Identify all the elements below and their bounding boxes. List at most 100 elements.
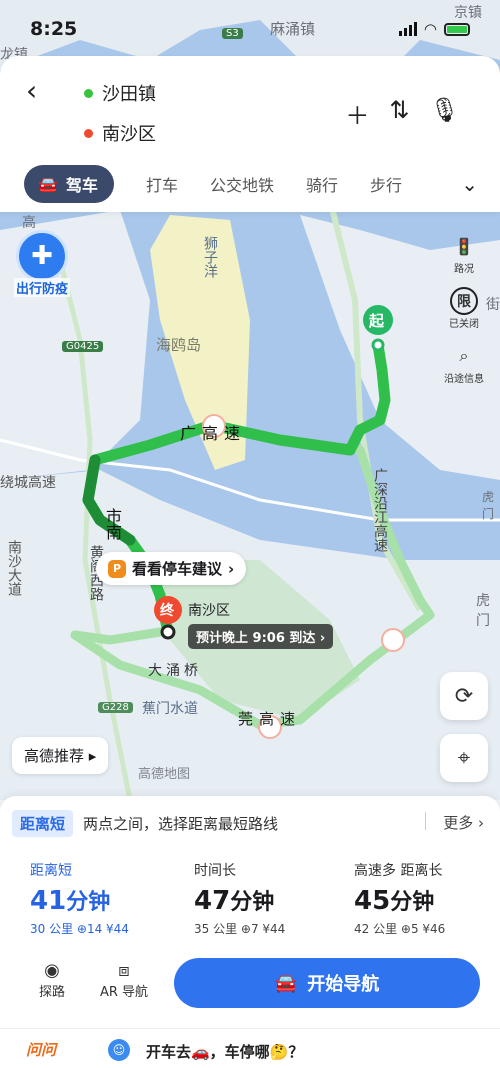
ask-question[interactable]: 开车去🚗，车停哪🤔？ xyxy=(146,1041,303,1062)
shield-icon: ✚ xyxy=(16,230,68,282)
map-side-tools: 🚦 路况 限 已关闭 ⌕ 沿途信息 xyxy=(440,232,488,386)
back-icon[interactable]: ‹ xyxy=(26,74,37,107)
origin-row[interactable]: 沙田镇 xyxy=(84,80,156,106)
epidemic-label: 出行防疫 xyxy=(14,278,71,297)
route-option-unit: 分钟 xyxy=(230,890,275,915)
map-label-guang-highway: 广高速 xyxy=(180,424,247,443)
map-label-dayongqiao: 大涌桥 xyxy=(148,663,202,679)
end-marker[interactable]: 终 xyxy=(160,600,174,620)
divider xyxy=(425,812,426,830)
map-label-nansha-ave: 南沙大道 xyxy=(6,540,22,596)
epidemic-button[interactable]: ✚ 出行防疫 xyxy=(14,230,71,297)
ar-navigation-button[interactable]: ⧈ AR 导航 xyxy=(94,960,154,1000)
tab-taxi[interactable]: 打车 xyxy=(146,172,178,196)
refresh-route-button[interactable]: ⟳ xyxy=(440,672,488,720)
radar-icon: ◉ xyxy=(44,960,60,981)
tab-drive[interactable]: 🚘 驾车 xyxy=(24,165,114,203)
destination-row[interactable]: 南沙区 xyxy=(84,120,156,146)
destination-dot xyxy=(84,128,93,138)
status-time: 8:25 xyxy=(30,18,78,40)
chevron-down-icon[interactable]: ⌄ xyxy=(461,172,478,196)
map-label-shiziyang: 狮子洋 xyxy=(202,236,218,278)
map-label-gao: 高 xyxy=(22,215,36,231)
refresh-icon: ⟳ xyxy=(454,683,474,709)
eta-text: 预计晚上 9:06 到达 xyxy=(196,631,316,646)
signal-icon xyxy=(398,22,417,36)
recommend-label: 高德推荐 xyxy=(24,747,85,765)
start-marker[interactable]: 起 xyxy=(369,310,384,331)
status-icons: ◠ xyxy=(398,20,470,38)
map-label-g0425: G0425 xyxy=(62,341,104,352)
route-option-detail: 30 公里 ⊕14 ¥44 xyxy=(30,922,129,936)
map-label-haiouisland: 海鸥岛 xyxy=(156,336,202,354)
route-option-3[interactable]: 高速多 距离长 45分钟 42 公里 ⊕5 ¥46 xyxy=(354,860,445,937)
car-icon: 🚘 xyxy=(274,972,298,994)
locate-icon: ⌖ xyxy=(457,745,471,771)
destination-text: 南沙区 xyxy=(102,124,156,145)
origin-text: 沙田镇 xyxy=(102,84,156,105)
map-label-humen: 虎门 xyxy=(476,593,490,629)
map-label-shinan: 市南 xyxy=(103,508,122,540)
route-option-1[interactable]: 距离短 41分钟 30 公里 ⊕14 ¥44 xyxy=(30,860,129,937)
swap-icon[interactable]: ⇅ xyxy=(389,96,409,131)
status-bar: 8:25 ◠ xyxy=(0,0,500,58)
ar-icon: ⧈ xyxy=(118,960,130,981)
search-icon: ⌕ xyxy=(459,346,469,365)
header-actions: ＋ ⇅ 🎙 xyxy=(345,96,460,131)
route-tag: 距离短 xyxy=(12,810,74,837)
route-header: ‹ 沙田镇 南沙区 ＋ ⇅ 🎙 🚘 驾车 打车 公交地铁 骑行 步行 ⌄ xyxy=(0,56,500,212)
route-option-minutes: 41 xyxy=(30,886,67,916)
origin-dot xyxy=(84,88,93,98)
travel-mode-tabs: 🚘 驾车 打车 公交地铁 骑行 步行 ⌄ xyxy=(0,164,500,204)
ask-bar[interactable]: 问问 ☺ 开车去🚗，车停哪🤔？ xyxy=(0,1028,500,1068)
start-navigation-label: 开始导航 xyxy=(307,974,380,995)
ask-logo: 问问 xyxy=(26,1041,57,1059)
tab-transit[interactable]: 公交地铁 xyxy=(210,172,274,196)
route-option-minutes: 47 xyxy=(194,886,231,916)
route-option-2[interactable]: 时间长 47分钟 35 公里 ⊕7 ¥44 xyxy=(194,860,285,937)
restriction-label: 已关闭 xyxy=(449,319,479,330)
parking-tip[interactable]: P 看看停车建议 › xyxy=(96,552,247,585)
assistant-avatar-icon: ☺ xyxy=(108,1039,130,1061)
tab-walk[interactable]: 步行 xyxy=(370,172,402,196)
tab-bike[interactable]: 骑行 xyxy=(306,172,338,196)
traffic-toggle[interactable]: 🚦 路况 xyxy=(450,232,478,276)
map-label-guangshen-coast: 广深沿江高速 xyxy=(372,468,388,552)
route-tip-text: 两点之间，选择距离最短路线 xyxy=(83,815,279,833)
locate-button[interactable]: ⌖ xyxy=(440,734,488,782)
route-option-time: 45分钟 xyxy=(354,884,445,916)
restriction-toggle[interactable]: 限 已关闭 xyxy=(449,287,479,330)
route-option-detail: 42 公里 ⊕5 ¥46 xyxy=(354,922,446,936)
tab-drive-label: 驾车 xyxy=(65,176,98,195)
map-label-g228: G228 xyxy=(98,702,133,713)
map-label-jie: 街 xyxy=(486,297,500,313)
start-navigation-button[interactable]: 🚘 开始导航 xyxy=(174,958,480,1008)
explore-label: 探路 xyxy=(38,985,65,1000)
route-option-minutes: 45 xyxy=(354,886,391,916)
recommend-button[interactable]: 高德推荐 ▸ xyxy=(12,737,109,774)
microphone-icon[interactable]: 🎙 xyxy=(430,96,460,131)
along-route-label: 沿途信息 xyxy=(444,374,484,385)
route-option-label: 时间长 xyxy=(194,863,236,879)
more-routes-button[interactable]: 更多 › xyxy=(443,812,484,833)
map-label-humen-small: 虎门 xyxy=(482,490,495,521)
along-route-button[interactable]: ⌕ 沿途信息 xyxy=(444,342,484,385)
route-option-unit: 分钟 xyxy=(66,890,111,915)
parking-tip-text: 看看停车建议 xyxy=(132,560,223,578)
restriction-icon: 限 xyxy=(450,287,478,315)
explore-route-button[interactable]: ◉ 探路 xyxy=(22,960,82,1000)
traffic-light-icon: 🚦 xyxy=(454,236,474,256)
more-label: 更多 xyxy=(443,814,474,832)
route-option-detail: 35 公里 ⊕7 ¥44 xyxy=(194,922,286,936)
add-waypoint-icon[interactable]: ＋ xyxy=(345,96,369,131)
eta-badge[interactable]: 预计晚上 9:06 到达 › xyxy=(188,624,334,649)
route-option-label: 距离短 xyxy=(30,863,72,879)
route-tip: 距离短 两点之间，选择距离最短路线 xyxy=(12,810,278,837)
amap-logo: 高德地图 xyxy=(138,767,191,782)
battery-icon xyxy=(444,22,470,36)
map-label-guan-highway: 莞高速 xyxy=(238,710,302,728)
destination-map-label: 南沙区 xyxy=(188,603,230,619)
map-label-jiaomen: 蕉门水道 xyxy=(142,701,198,717)
route-option-time: 47分钟 xyxy=(194,884,285,916)
traffic-label: 路况 xyxy=(454,264,474,275)
